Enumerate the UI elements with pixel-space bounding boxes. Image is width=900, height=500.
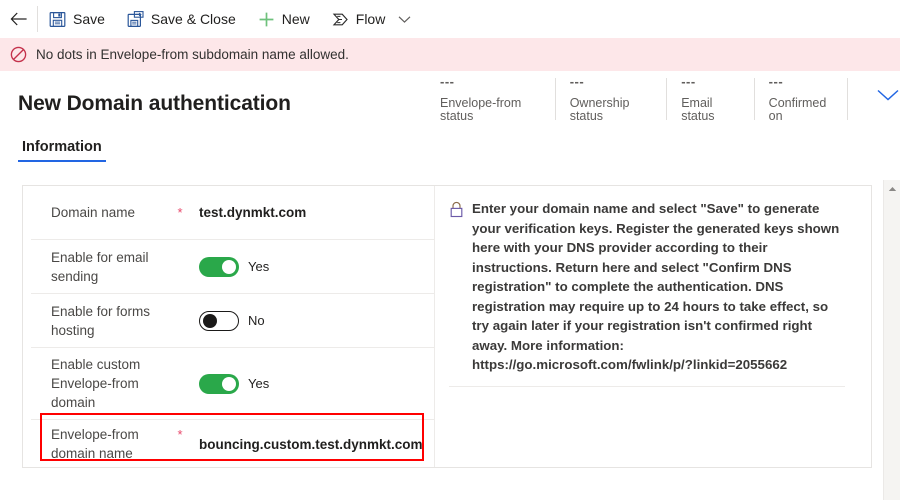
header-expand-button[interactable]	[876, 88, 900, 102]
blocked-icon	[10, 46, 27, 63]
error-notification-bar: No dots in Envelope-from subdomain name …	[0, 38, 900, 71]
flow-button-label: Flow	[355, 11, 386, 27]
status-label: Ownership status	[569, 96, 630, 123]
toggle-enable-email-sending[interactable]	[199, 256, 239, 277]
error-message: No dots in Envelope-from subdomain name …	[36, 47, 349, 62]
status-value: ---	[440, 74, 455, 89]
plus-icon	[259, 12, 274, 26]
save-and-close-icon	[127, 10, 144, 27]
field-label-enable-email-sending: Enable for email sending	[51, 249, 149, 284]
command-bar-overflow-button[interactable]	[396, 0, 420, 38]
save-button[interactable]: Save	[38, 0, 116, 38]
status-value: ---	[768, 74, 784, 89]
form-row-envelope-from-domain-name: Envelope-from domain name * bouncing.cus…	[31, 420, 434, 468]
form-row-enable-email-sending: Enable for email sending Yes	[31, 240, 434, 294]
toggle-value-label: Yes	[248, 259, 270, 274]
status-cell-envelope-from: --- Envelope-from status	[440, 74, 556, 123]
field-value-envelope-from-domain-name[interactable]: bouncing.custom.test.dynmkt.com	[191, 437, 423, 452]
required-indicator	[169, 294, 191, 301]
tab-bar: Information	[0, 137, 900, 173]
status-strip: --- Envelope-from status --- Ownership s…	[440, 74, 900, 130]
toggle-value-label: Yes	[248, 376, 270, 391]
toggle-knob	[203, 313, 217, 328]
domain-authentication-page: Save Save & Close New Flow No dots in En…	[0, 0, 900, 500]
field-label-enable-custom-envelope-from: Enable custom Envelope-from domain	[51, 357, 141, 410]
toggle-knob	[222, 376, 236, 391]
status-value: ---	[681, 74, 696, 89]
required-indicator	[169, 240, 191, 247]
command-bar: Save Save & Close New Flow	[0, 0, 900, 38]
flow-icon	[332, 13, 348, 25]
toggle-enable-custom-envelope-from[interactable]	[199, 373, 239, 394]
status-cell-email: --- Email status	[681, 74, 755, 123]
form-card: Domain name * test.dynmkt.com Enable for…	[22, 185, 872, 468]
required-indicator: *	[177, 427, 183, 442]
back-button[interactable]	[0, 0, 37, 38]
flow-button[interactable]: Flow	[321, 0, 397, 38]
scroll-up-icon	[888, 186, 897, 191]
required-indicator: *	[177, 205, 183, 220]
back-arrow-icon	[10, 12, 27, 26]
toggle-knob	[222, 259, 236, 274]
field-value-domain-name[interactable]: test.dynmkt.com	[191, 205, 306, 220]
save-and-close-button[interactable]: Save & Close	[116, 0, 247, 38]
chevron-down-icon	[398, 15, 411, 23]
new-button-label: New	[281, 11, 310, 27]
info-panel-text: Enter your domain name and select "Save"…	[472, 201, 840, 372]
save-button-label: Save	[73, 11, 105, 27]
status-cell-confirmed-on: --- Confirmed on	[768, 74, 849, 123]
status-label: Confirmed on	[768, 96, 827, 123]
save-and-close-label: Save & Close	[150, 11, 236, 27]
field-label-envelope-from-domain-name: Envelope-from domain name	[51, 427, 139, 461]
form-row-domain-name: Domain name * test.dynmkt.com	[31, 186, 434, 240]
status-label: Email status	[681, 96, 715, 123]
field-label-domain-name: Domain name	[51, 205, 136, 220]
form-row-enable-custom-envelope-from: Enable custom Envelope-from domain Yes	[31, 348, 434, 420]
lock-icon	[450, 201, 463, 218]
field-label-enable-forms-hosting: Enable for forms hosting	[51, 303, 151, 338]
toggle-enable-forms-hosting[interactable]	[199, 310, 239, 331]
status-cell-ownership: --- Ownership status	[569, 74, 668, 123]
form-row-enable-forms-hosting: Enable for forms hosting No	[31, 294, 434, 348]
status-label: Envelope-from status	[440, 96, 522, 123]
vertical-scrollbar[interactable]	[883, 180, 900, 500]
tab-information-label: Information	[22, 139, 102, 155]
toggle-value-label: No	[248, 313, 265, 328]
chevron-down-icon	[877, 89, 899, 101]
new-button[interactable]: New	[247, 0, 321, 38]
form-column: Domain name * test.dynmkt.com Enable for…	[23, 186, 435, 467]
required-indicator	[169, 348, 191, 355]
save-icon	[49, 11, 66, 27]
scroll-up-button[interactable]	[884, 180, 900, 197]
info-panel: Enter your domain name and select "Save"…	[435, 186, 871, 467]
status-value: ---	[569, 74, 585, 89]
tab-information[interactable]: Information	[18, 137, 106, 162]
page-title: New Domain authentication	[18, 92, 291, 115]
